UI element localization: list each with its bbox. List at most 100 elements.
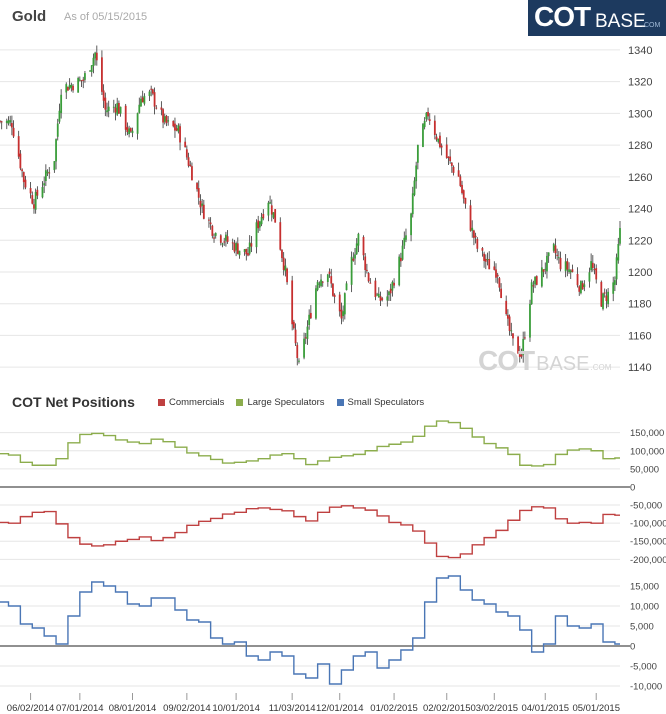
candle-down [282,257,285,270]
watermark-base: BASE [536,353,590,375]
legend-small-speculators[interactable]: Small Speculators [336,397,424,408]
candle-up [70,84,73,88]
lower-y-tick-label: 15,000 [630,582,659,593]
candle-down [330,276,333,284]
candle-up [614,280,616,285]
candle-down [294,329,297,344]
candle-down [129,128,132,132]
candle-down [595,268,598,280]
lower-y-tick-label: 10,000 [630,602,659,613]
candle-up [53,161,56,171]
candle-down [309,312,312,319]
candle-down [179,126,181,143]
candle-up [90,65,93,72]
candle-up [235,243,238,251]
candle-down [101,57,103,92]
candle-up [316,281,319,290]
lower-y-tick-label: -10,000 [630,682,662,693]
small-speculators-line [0,575,620,685]
legend-commercials-label: Commercials [169,397,225,408]
candle-down [0,120,1,122]
candle-up [167,120,170,122]
candle-up [326,274,329,283]
candle-down [22,172,25,183]
candle-up [84,73,86,80]
upper-y-tick-label: 150,000 [630,428,664,439]
candle-down [381,298,384,300]
candle-down [474,235,477,238]
candle-down [481,248,484,251]
candle-down [464,197,467,204]
candle-down [197,188,200,198]
candle-up [557,257,560,259]
candle-up [308,314,311,326]
candle-down [247,253,249,256]
candle-down [19,153,22,169]
candle-down [374,280,377,298]
candle-up [529,303,531,338]
candle-down [208,219,210,221]
candle-down [493,266,496,270]
upper-y-tick-label: 0 [630,482,635,493]
price-y-tick-label: 1340 [628,45,652,57]
candle-up [119,106,122,114]
candle-down [435,136,438,140]
candle-down [576,273,579,286]
candle-up [68,84,71,89]
lower-y-tick-label: 0 [630,642,635,653]
candle-up [44,170,47,181]
candle-up [298,360,300,362]
candle-down [393,282,395,286]
legend-large-speculators[interactable]: Large Speculators [236,397,325,408]
candle-down [151,89,154,94]
candle-down [209,222,212,225]
candle-down [184,141,187,148]
price-y-tick-label: 1260 [628,172,652,184]
candle-down [160,107,163,110]
candle-down [542,269,545,272]
candle-down [213,237,215,239]
candle-up [248,242,251,254]
price-y-tick-label: 1220 [628,235,652,247]
candle-down [428,119,431,122]
candle-down [440,145,443,148]
candle-up [78,79,81,81]
candle-up [148,91,151,96]
candle-up [214,233,217,236]
commercials-line [0,505,620,559]
candle-down [452,166,455,173]
candle-up [398,256,401,286]
x-tick-label: 05/01/2015 [572,703,620,714]
lower-y-tick-label: -5,000 [630,662,657,673]
candle-down [185,149,188,158]
candle-up [238,250,241,256]
candle-down [233,243,236,252]
candle-up [116,103,119,115]
upper-y-tick-label: -100,000 [630,519,666,530]
candle-up [583,284,586,288]
candle-down [175,128,178,131]
lower-y-tick-label: 5,000 [630,622,654,633]
candle-up [391,281,394,291]
legend-commercials[interactable]: Commercials [158,397,224,408]
small-speculators-swatch [336,399,344,406]
candle-up [405,235,407,240]
price-y-tick-label: 1320 [628,77,652,89]
candle-down [554,245,557,254]
candle-up [588,272,591,282]
candle-down [304,337,307,339]
x-tick-label: 03/02/2015 [471,703,519,714]
candle-up [410,213,412,236]
candle-down [556,254,559,256]
candle-down [559,257,562,270]
candle-down [498,278,501,288]
candle-down [581,283,584,290]
candle-up [401,245,404,260]
candle-down [399,257,402,262]
candle-up [612,282,615,294]
watermark-logo: COT BASE.COM [478,345,611,377]
candle-up [58,110,61,122]
candle-up [544,268,547,270]
candle-down [600,281,603,307]
candle-down [162,109,164,123]
